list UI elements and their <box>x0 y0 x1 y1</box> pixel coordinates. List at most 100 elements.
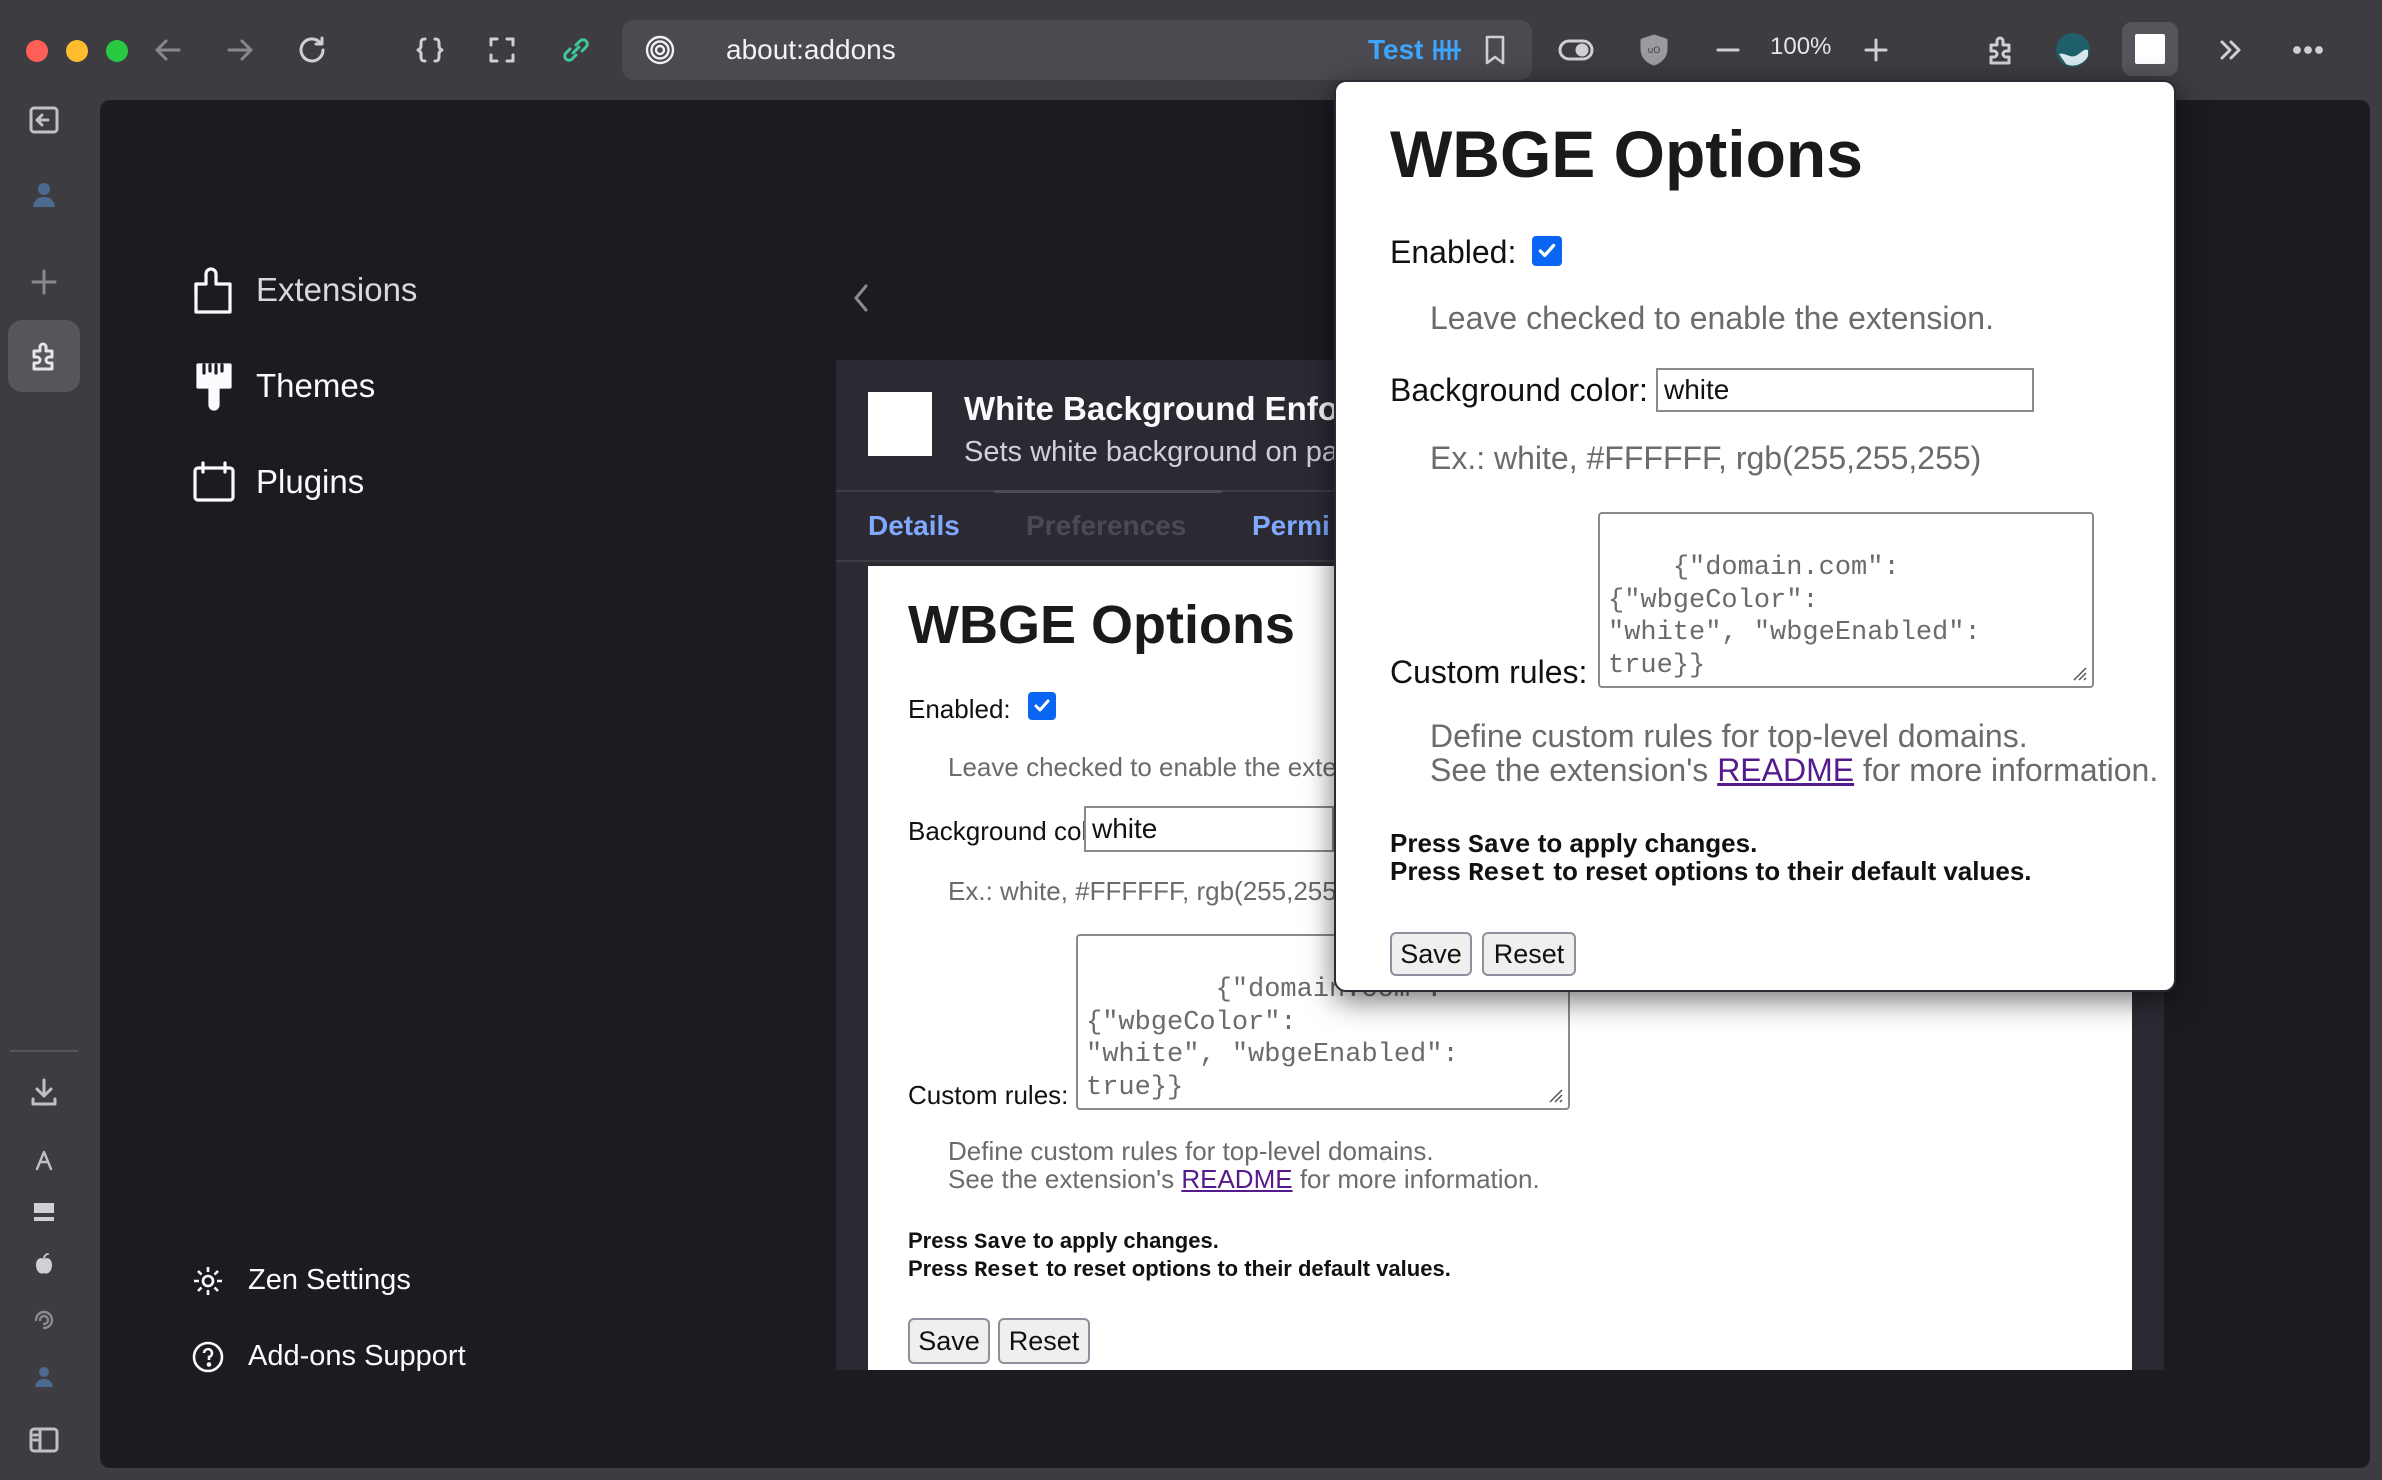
devtools-button[interactable] <box>408 24 452 76</box>
enabled-checkbox[interactable] <box>1028 692 1056 720</box>
arrow-left-icon <box>155 39 181 61</box>
new-tab-button[interactable] <box>22 260 66 304</box>
background-color-value: white <box>1092 813 1158 844</box>
resize-grip-icon[interactable] <box>2068 662 2088 682</box>
collapse-sidebar-button[interactable] <box>22 98 66 142</box>
menu-button[interactable] <box>2286 24 2330 76</box>
minimize-window-button[interactable] <box>66 40 88 62</box>
zoom-out-button[interactable] <box>1706 24 1750 76</box>
tab-permissions[interactable]: Permi <box>1252 510 1330 542</box>
press-text: Press <box>908 1256 975 1281</box>
pinned-tab-1[interactable] <box>22 1138 66 1182</box>
close-window-button[interactable] <box>26 40 48 62</box>
popup-readme-link[interactable]: README <box>1717 752 1854 788</box>
globe-avatar-icon <box>2056 33 2090 67</box>
background-color-input[interactable]: white <box>1084 806 1334 852</box>
sidebar-divider <box>10 1050 78 1052</box>
site-identity-icon <box>645 35 675 65</box>
popup-enabled-checkbox[interactable] <box>1532 236 1562 266</box>
readme-link[interactable]: README <box>1181 1164 1292 1194</box>
ublock-button[interactable]: uO <box>1632 24 1676 76</box>
back-chevron-icon[interactable] <box>848 278 872 318</box>
downloads-button[interactable] <box>22 1070 66 1114</box>
plus-icon <box>1864 38 1888 62</box>
overflow-button[interactable] <box>2208 24 2252 76</box>
popup-background-color-input[interactable]: white <box>1656 368 2034 412</box>
person-icon <box>35 1367 53 1387</box>
reload-button[interactable] <box>290 24 334 76</box>
tab-details[interactable]: Details <box>868 510 960 542</box>
reset-button[interactable]: Reset <box>998 1318 1090 1364</box>
save-instruction: Press Save to apply changes. <box>908 1228 1219 1255</box>
save-suffix: to apply changes. <box>1026 1228 1219 1253</box>
extensions-button[interactable] <box>1978 24 2024 76</box>
workspace-profile-button[interactable] <box>22 172 66 216</box>
paintbrush-icon <box>192 360 236 412</box>
letter-a-icon <box>35 1150 53 1171</box>
bookmark-icon[interactable] <box>1480 34 1510 66</box>
pinned-tab-3[interactable] <box>22 1242 66 1286</box>
popup-background-color-hint: Ex.: white, #FFFFFF, rgb(255,255,255) <box>1430 440 1982 476</box>
back-button[interactable] <box>146 24 190 76</box>
reload-icon <box>299 36 325 63</box>
pinned-tab-5[interactable] <box>22 1354 66 1398</box>
profile-extension-button[interactable] <box>2050 24 2096 76</box>
reset-code: Reset <box>974 1258 1041 1283</box>
zoom-level[interactable]: 100% <box>1770 33 1831 61</box>
tab-preferences[interactable]: Preferences <box>1026 510 1186 542</box>
hint-prefix: See the extension's <box>948 1164 1182 1194</box>
arrow-right-icon <box>227 39 253 61</box>
download-icon <box>31 1078 57 1106</box>
save-button[interactable]: Save <box>908 1318 990 1364</box>
custom-rules-value: {"domain.com":{"wbgeColor": "white", "wb… <box>1086 975 1459 1103</box>
maximize-window-button[interactable] <box>106 40 128 62</box>
gear-icon <box>194 1266 222 1295</box>
toggle-sidebar-button[interactable] <box>22 1418 66 1462</box>
category-plugins[interactable]: Plugins <box>192 456 364 508</box>
category-themes[interactable]: Themes <box>192 360 375 412</box>
white-square-icon <box>2135 34 2165 64</box>
options-title: WBGE Options <box>908 595 1295 655</box>
enabled-hint: Leave checked to enable the exte <box>948 752 1337 782</box>
custom-rules-hint-1: Define custom rules for top-level domain… <box>948 1136 1434 1166</box>
extension-name: White Background Enfor <box>964 390 1351 427</box>
help-icon <box>192 1341 224 1372</box>
puzzle-icon <box>32 342 54 371</box>
url-bar[interactable]: about:addons Test <box>622 20 1532 80</box>
forward-button[interactable] <box>218 24 262 76</box>
popup-background-color-value: white <box>1664 374 1730 405</box>
category-label: Themes <box>256 367 376 404</box>
minus-icon <box>1716 48 1740 52</box>
popup-options-title: WBGE Options <box>1390 117 1863 191</box>
screenshot-icon <box>489 37 515 63</box>
swirl-icon <box>34 1310 54 1330</box>
category-extensions[interactable]: Extensions <box>192 264 417 316</box>
press-text: Press <box>908 1228 975 1253</box>
wbge-extension-button[interactable] <box>2122 22 2178 76</box>
screenshot-button[interactable] <box>480 24 524 76</box>
popup-save-button[interactable]: Save <box>1390 932 1472 976</box>
pinned-tab-4[interactable] <box>22 1298 66 1342</box>
extension-icon <box>868 392 932 456</box>
url-text[interactable]: about:addons <box>726 34 896 66</box>
pinned-tab-2[interactable] <box>22 1190 66 1234</box>
popup-reset-button[interactable]: Reset <box>1482 932 1576 976</box>
resize-grip-icon[interactable] <box>1544 1084 1564 1104</box>
apple-icon <box>36 1253 52 1274</box>
toggle-button[interactable] <box>1554 24 1598 76</box>
addons-support-label: Add-ons Support <box>248 1340 466 1372</box>
link-extension-button[interactable] <box>554 24 598 76</box>
popup-reset-instruction: Press Reset to reset options to their de… <box>1390 856 2032 888</box>
sidebar-icon <box>29 1427 59 1453</box>
test-badge[interactable]: Test <box>1368 34 1424 66</box>
press-text: Press <box>1390 828 1469 858</box>
zoom-in-button[interactable] <box>1854 24 1898 76</box>
reader-icon[interactable] <box>1432 36 1462 64</box>
addons-support-link[interactable]: Add-ons Support <box>192 1340 466 1373</box>
svg-text:uO: uO <box>1648 46 1661 56</box>
braces-icon <box>416 37 444 63</box>
popup-custom-rules-textarea[interactable]: {"domain.com":{"wbgeColor": "white", "wb… <box>1598 512 2094 688</box>
save-code: Save <box>974 1230 1027 1255</box>
zen-settings-link[interactable]: Zen Settings <box>192 1264 411 1297</box>
popup-custom-rules-hint-1: Define custom rules for top-level domain… <box>1430 718 2028 754</box>
